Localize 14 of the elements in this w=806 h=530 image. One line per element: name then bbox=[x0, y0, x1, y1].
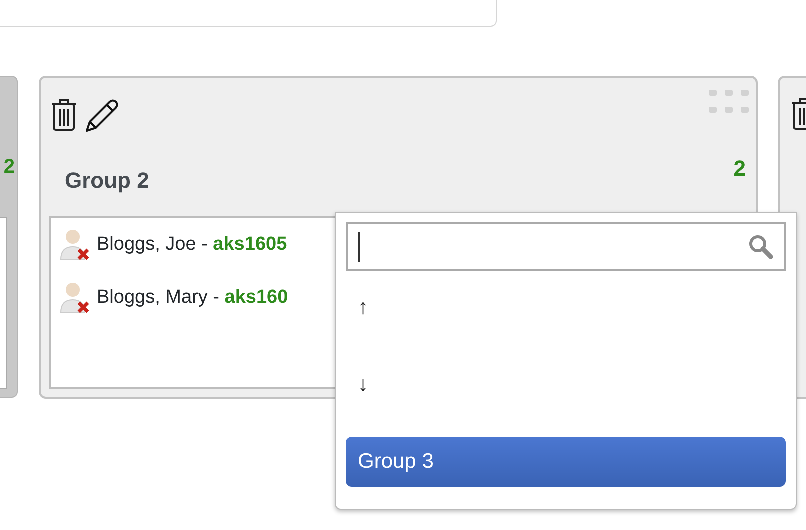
dropdown-option[interactable]: ↑ bbox=[346, 283, 786, 333]
user-remove-icon[interactable] bbox=[59, 281, 91, 315]
user-remove-icon[interactable] bbox=[59, 228, 91, 262]
search-icon bbox=[748, 234, 774, 260]
member-count: 2 bbox=[734, 156, 746, 182]
member-name: Bloggs, Mary - aks160 bbox=[97, 286, 288, 310]
dropdown-option[interactable]: ↓ bbox=[346, 360, 786, 410]
member-count: 2 bbox=[4, 157, 15, 177]
trash-icon[interactable] bbox=[50, 98, 78, 132]
dropdown-option[interactable]: Group 3 bbox=[346, 437, 786, 487]
member-name: Bloggs, Joe - aks1605 bbox=[97, 232, 288, 257]
drag-handle-icon[interactable] bbox=[708, 89, 750, 115]
group-title: Group 2 bbox=[65, 168, 150, 194]
search-field[interactable] bbox=[346, 222, 786, 271]
